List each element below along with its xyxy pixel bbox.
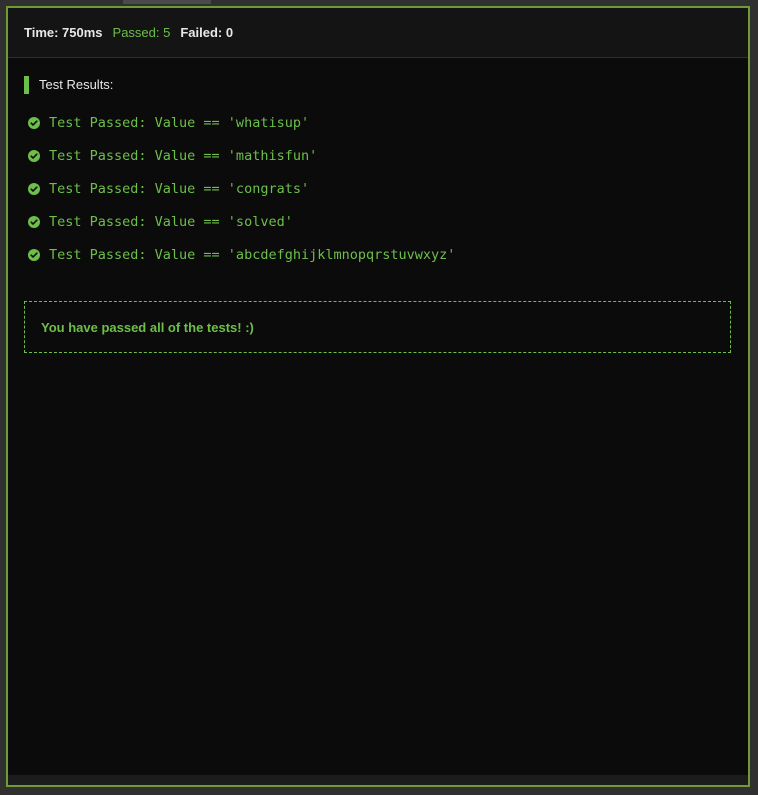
result-row: Test Passed: Value == 'mathisfun' bbox=[28, 147, 728, 180]
top-tab-indicator bbox=[123, 0, 211, 4]
success-message: You have passed all of the tests! :) bbox=[41, 319, 254, 335]
result-text: Test Passed: Value == 'abcdefghijklmnopq… bbox=[49, 247, 456, 263]
result-row: Test Passed: Value == 'whatisup' bbox=[28, 114, 728, 147]
check-circle-icon bbox=[28, 183, 40, 195]
check-circle-icon bbox=[28, 150, 40, 162]
result-text: Test Passed: Value == 'solved' bbox=[49, 214, 293, 230]
result-row: Test Passed: Value == 'abcdefghijklmnopq… bbox=[28, 246, 728, 279]
failed-stat: Failed: 0 bbox=[180, 25, 234, 40]
result-row: Test Passed: Value == 'congrats' bbox=[28, 180, 728, 213]
success-message-box: You have passed all of the tests! :) bbox=[24, 301, 731, 353]
bottom-scrollbar-track[interactable] bbox=[8, 775, 748, 785]
result-text: Test Passed: Value == 'whatisup' bbox=[49, 115, 310, 131]
time-stat: Time: 750ms bbox=[24, 25, 103, 40]
results-summary-header: Time: 750ms Passed: 5 Failed: 0 bbox=[8, 8, 748, 58]
result-row: Test Passed: Value == 'solved' bbox=[28, 213, 728, 246]
result-text: Test Passed: Value == 'congrats' bbox=[49, 181, 310, 197]
check-circle-icon bbox=[28, 249, 40, 261]
results-title: Test Results: bbox=[24, 76, 113, 94]
results-list: Test Passed: Value == 'whatisup' Test Pa… bbox=[28, 114, 728, 279]
check-circle-icon bbox=[28, 117, 40, 129]
test-output-panel: Time: 750ms Passed: 5 Failed: 0 Test Res… bbox=[6, 6, 750, 787]
passed-stat: Passed: 5 bbox=[112, 25, 171, 40]
check-circle-icon bbox=[28, 216, 40, 228]
result-text: Test Passed: Value == 'mathisfun' bbox=[49, 148, 318, 164]
